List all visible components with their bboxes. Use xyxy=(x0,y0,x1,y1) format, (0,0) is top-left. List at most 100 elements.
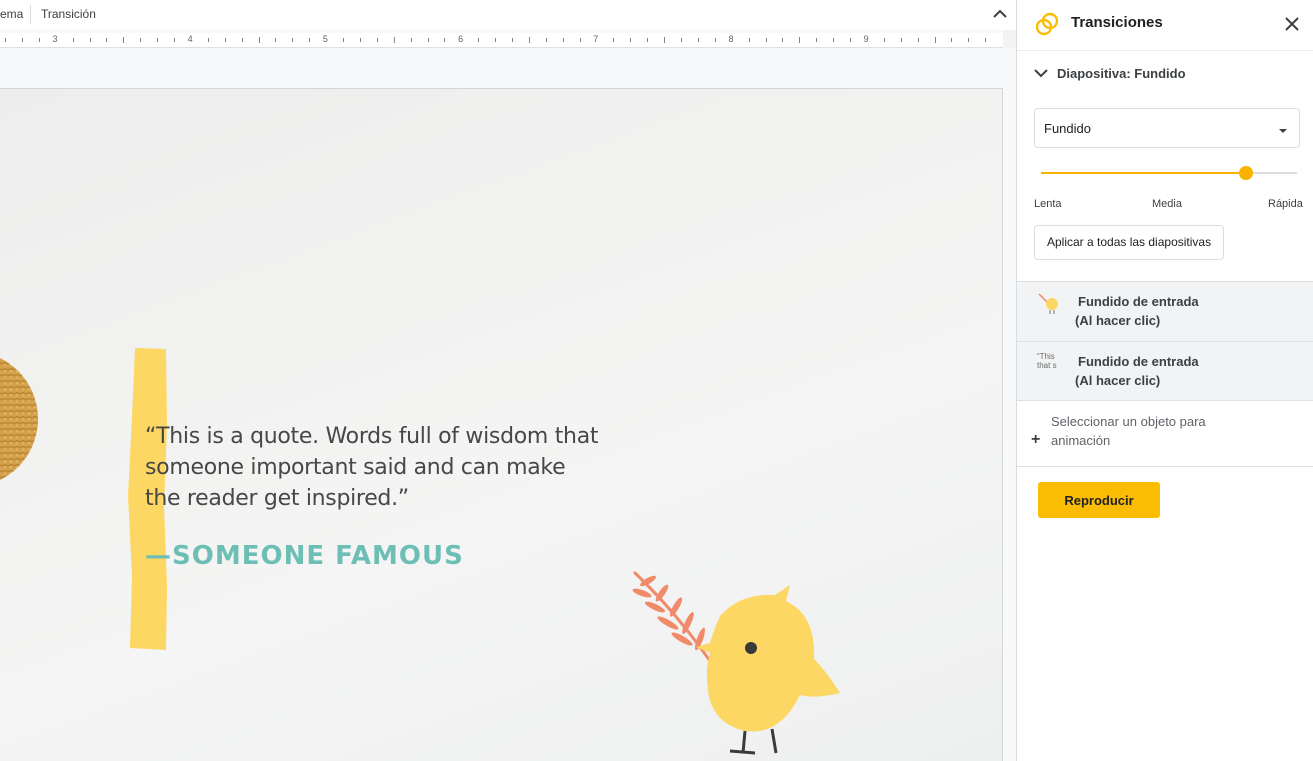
quote-thumbnail-text: “This that s xyxy=(1037,352,1057,370)
transitions-rings-icon xyxy=(1035,12,1059,36)
play-button[interactable]: Reproducir xyxy=(1038,482,1160,518)
speed-label-fast: Rápida xyxy=(1268,198,1303,210)
ruler-tick xyxy=(748,38,750,42)
slide[interactable]: “This is a quote. Words full of wisdom t… xyxy=(0,88,1003,761)
ruler-tick xyxy=(123,37,125,43)
ruler-tick xyxy=(765,38,767,42)
animation-list: Fundido de entrada (Al hacer clic) “This… xyxy=(1017,281,1313,401)
slide-transition-section-toggle[interactable]: Diapositiva: Fundido xyxy=(1031,61,1186,85)
toolbar-transition-button[interactable]: Transición xyxy=(41,7,96,21)
bird-thumbnail-icon xyxy=(1037,292,1063,318)
ruler-tick xyxy=(883,38,885,42)
ruler-tick xyxy=(5,38,6,42)
yarn-ball-image[interactable] xyxy=(0,349,38,489)
ruler-tick xyxy=(512,38,513,42)
ruler-tick xyxy=(478,38,480,42)
horizontal-ruler[interactable]: 3 4 5 6 7 8 9 xyxy=(0,33,1003,48)
speed-slider[interactable] xyxy=(1041,163,1297,183)
ruler-tick xyxy=(934,37,936,43)
animation-item[interactable]: Fundido de entrada (Al hacer clic) xyxy=(1017,281,1313,341)
ruler-tick xyxy=(224,38,226,42)
ruler-tick xyxy=(309,38,311,42)
ruler-tick xyxy=(681,38,682,42)
ruler-tick xyxy=(359,38,361,42)
quote-thumbnail-icon: “This that s xyxy=(1037,352,1065,378)
quote-author[interactable]: —SOMEONE FAMOUS xyxy=(145,541,464,571)
ruler-tick xyxy=(697,38,699,42)
ruler-number: 4 xyxy=(187,34,193,44)
ruler-tick xyxy=(72,38,74,42)
animation-item[interactable]: “This that s Fundido de entrada (Al hace… xyxy=(1017,341,1313,401)
ruler-tick xyxy=(157,38,159,42)
ruler-number: 6 xyxy=(458,34,464,44)
ruler-tick xyxy=(664,37,666,43)
slide-editor: ema Transición 3 4 5 6 7 8 9 “This is a quote.… xyxy=(0,0,1016,761)
ruler-tick xyxy=(900,38,902,42)
ruler-tick xyxy=(782,38,784,42)
ruler-tick xyxy=(613,38,615,42)
ruler-corner xyxy=(1003,30,1016,48)
ruler-tick xyxy=(816,38,818,42)
chevron-up-icon[interactable] xyxy=(989,3,1011,25)
speed-label-slow: Lenta xyxy=(1034,198,1062,210)
ruler-tick xyxy=(647,38,649,42)
ruler-number: 8 xyxy=(728,34,734,44)
ruler-tick xyxy=(545,38,547,42)
animation-title: Fundido de entrada xyxy=(1078,294,1199,309)
ruler-tick xyxy=(968,38,970,42)
chevron-down-icon xyxy=(1034,69,1048,78)
ruler-tick xyxy=(89,38,91,42)
transition-type-value: Fundido xyxy=(1044,121,1091,136)
ruler-tick xyxy=(292,38,294,42)
ruler-number: 7 xyxy=(593,34,599,44)
ruler-number: 5 xyxy=(322,34,328,44)
ruler-tick xyxy=(376,38,378,42)
apply-to-all-slides-button[interactable]: Aplicar a todas las diapositivas xyxy=(1034,225,1225,260)
ruler-tick xyxy=(714,38,716,42)
toolbar-separator xyxy=(30,5,31,24)
ruler-tick xyxy=(106,38,108,42)
section-label: Diapositiva: Fundido xyxy=(1057,65,1186,81)
animation-trigger: (Al hacer clic) xyxy=(1075,313,1161,328)
ruler-tick xyxy=(579,38,581,42)
ruler-tick xyxy=(985,38,987,42)
panel-title: Transiciones xyxy=(1071,14,1163,31)
slider-thumb[interactable] xyxy=(1238,166,1253,180)
ruler-tick xyxy=(951,38,953,42)
ruler-tick xyxy=(174,38,175,42)
ruler-tick xyxy=(850,38,851,42)
ruler-tick xyxy=(207,38,209,42)
ruler-tick xyxy=(258,37,260,43)
ruler-tick xyxy=(410,38,412,42)
animation-title: Fundido de entrada xyxy=(1078,354,1199,369)
add-animation-label: Seleccionar un objeto para animación xyxy=(1051,414,1206,448)
ruler-tick xyxy=(241,38,243,42)
transitions-panel: Transiciones Diapositiva: Fundido Fundid… xyxy=(1016,0,1313,761)
ruler-tick xyxy=(630,38,632,42)
ruler-tick xyxy=(444,38,446,42)
panel-divider xyxy=(1017,466,1313,467)
bird-illustration[interactable] xyxy=(630,571,850,761)
ruler-tick xyxy=(917,38,919,42)
ruler-tick xyxy=(495,38,497,42)
toolbar-theme-button[interactable]: ema xyxy=(0,7,23,21)
ruler-tick xyxy=(393,37,395,43)
ruler-number: 3 xyxy=(52,34,58,44)
ruler-tick xyxy=(427,38,429,42)
ruler-tick xyxy=(528,37,530,43)
ruler-tick xyxy=(833,38,835,42)
ruler-tick xyxy=(21,38,23,42)
plus-icon: + xyxy=(1031,431,1041,448)
ruler-tick xyxy=(38,38,40,42)
transition-type-select[interactable]: Fundido xyxy=(1034,108,1300,148)
slider-track-fill xyxy=(1041,172,1246,174)
dropdown-arrow-icon xyxy=(1278,123,1288,141)
quote-text[interactable]: “This is a quote. Words full of wisdom t… xyxy=(145,421,605,514)
toolbar: ema Transición xyxy=(0,0,1016,30)
ruler-tick xyxy=(275,38,277,42)
ruler-number: 9 xyxy=(863,34,869,44)
ruler-tick xyxy=(562,38,564,42)
ruler-tick xyxy=(140,38,142,42)
close-icon[interactable] xyxy=(1281,13,1303,35)
speed-label-medium: Media xyxy=(1152,198,1182,210)
